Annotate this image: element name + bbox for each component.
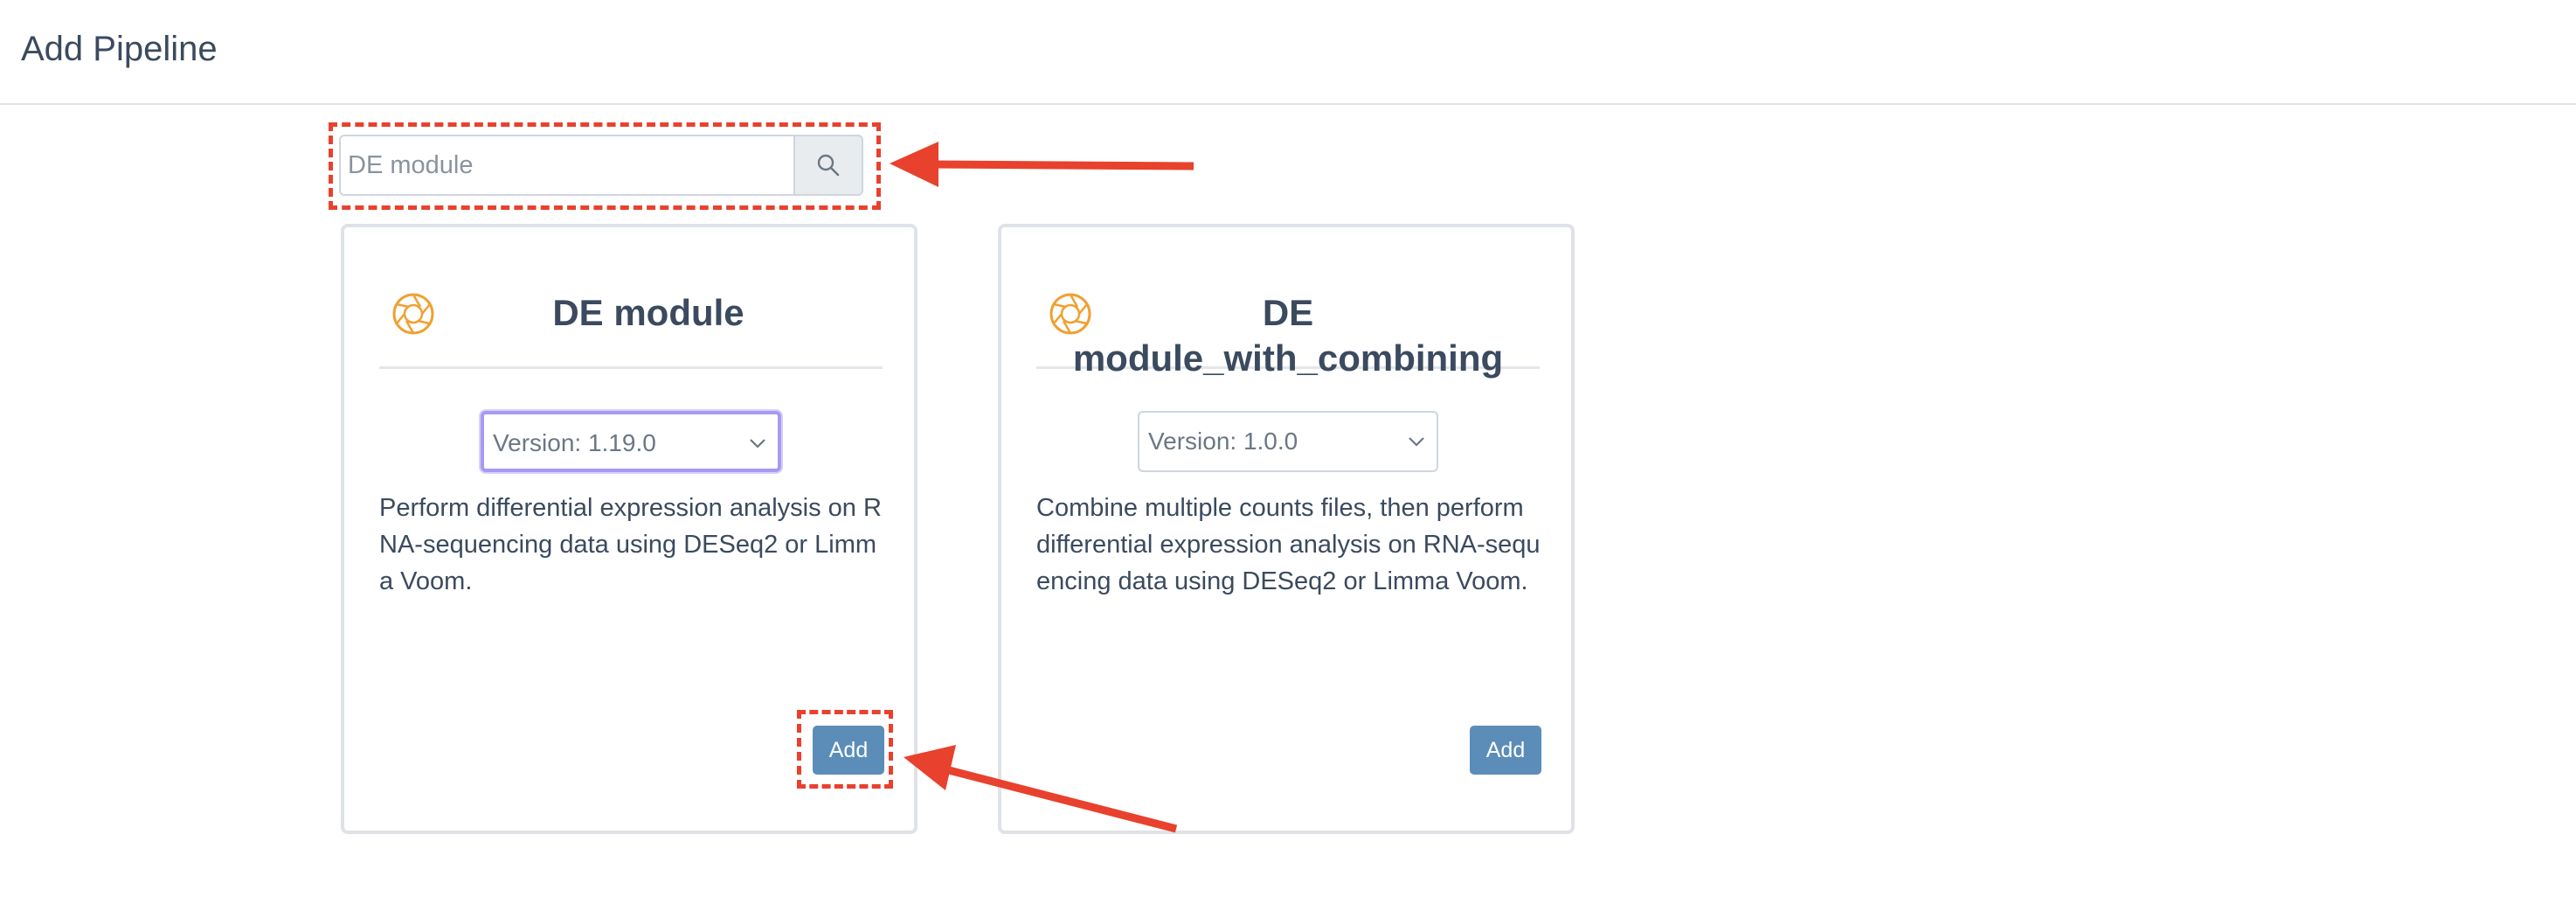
card-description: Combine multiple counts files, then perf… bbox=[1036, 494, 1541, 595]
card-description: Perform differential expression analysis… bbox=[379, 494, 882, 595]
chevron-down-icon bbox=[750, 439, 765, 448]
card-title: DE module_with_combining bbox=[1072, 292, 1504, 379]
page-title: Add Pipeline bbox=[21, 30, 218, 68]
page-header: Add Pipeline bbox=[0, 0, 2576, 105]
card-header: DE module bbox=[379, 282, 883, 369]
version-select[interactable]: Version: 1.0.0 bbox=[1138, 411, 1438, 472]
pipeline-card-de-module-with-combining: DE module_with_combining Version: 1.0.0 … bbox=[998, 224, 1575, 834]
version-value: Version: 1.0.0 bbox=[1148, 428, 1298, 455]
arrow-to-search bbox=[890, 142, 1195, 187]
chevron-down-icon bbox=[1409, 437, 1424, 447]
add-pipeline-page: Add Pipeline DE module DE module Version… bbox=[0, 0, 2576, 897]
version-value: Version: 1.19.0 bbox=[493, 429, 656, 456]
add-button[interactable]: Add bbox=[1470, 726, 1541, 775]
version-select[interactable]: Version: 1.19.0 bbox=[481, 411, 781, 472]
card-title: DE module bbox=[552, 292, 744, 333]
card-header: DE module_with_combining bbox=[1036, 282, 1540, 379]
search-highlight-box bbox=[329, 122, 881, 210]
add-button-highlight-box bbox=[797, 710, 893, 789]
